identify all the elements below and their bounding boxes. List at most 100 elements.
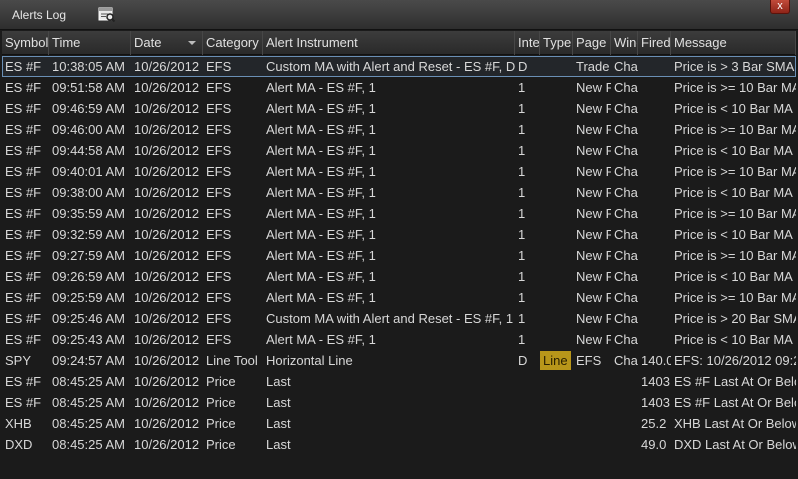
cell-message: Price is < 10 Bar MA	[674, 332, 793, 347]
cell-time: 08:45:25 AM	[52, 374, 125, 389]
cell-date: 10/26/2012	[134, 164, 200, 179]
cell-time: 09:25:59 AM	[52, 290, 125, 305]
table-row[interactable]: ES #F 09:44:58 AM 10/26/2012 EFS Alert MA - …	[2, 140, 796, 161]
cell-fired	[638, 56, 671, 77]
column-header-label: Alert Instrument	[266, 35, 358, 50]
cell-page: New Page	[576, 185, 611, 200]
column-header-window[interactable]: Window	[611, 31, 638, 55]
table-row[interactable]: SPY 09:24:57 AM 10/26/2012 Line Tool Horizon…	[2, 350, 796, 371]
table-row[interactable]: ES #F 09:26:59 AM 10/26/2012 EFS Alert MA - …	[2, 266, 796, 287]
cell-time: 09:46:00 AM	[52, 122, 125, 137]
cell-interval: 1	[518, 185, 526, 200]
cell-message: ES #F Last At Or Below	[674, 395, 796, 410]
cell-message: Price is < 10 Bar MA	[674, 185, 793, 200]
cell-symbol: ES #F	[5, 374, 42, 389]
cell-window: Chart	[614, 227, 638, 242]
table-row[interactable]: XHB 08:45:25 AM 10/26/2012 Price Last 25.2 XHB…	[2, 413, 796, 434]
cell-symbol: ES #F	[5, 164, 42, 179]
cell-interval: 1	[518, 290, 526, 305]
cell-instrument: Alert MA - ES #F, 1	[266, 80, 376, 95]
table-row[interactable]: ES #F 08:45:25 AM 10/26/2012 Price Last 1403 E…	[2, 371, 796, 392]
column-header-interval[interactable]: Interval	[515, 31, 540, 55]
cell-fired	[638, 329, 671, 350]
cell-symbol: ES #F	[5, 395, 42, 410]
cell-category: Line Tool	[206, 353, 258, 368]
table-row[interactable]: ES #F 09:38:00 AM 10/26/2012 EFS Alert MA - …	[2, 182, 796, 203]
cell-message: DXD Last At Or Below	[674, 437, 796, 452]
cell-category: EFS	[206, 185, 232, 200]
cell-symbol: ES #F	[5, 206, 42, 221]
cell-message: Price is >= 10 Bar MA	[674, 248, 796, 263]
cell-page: Trade	[576, 59, 610, 74]
find-icon[interactable]	[98, 7, 116, 23]
cell-date: 10/26/2012	[134, 206, 200, 221]
cell-instrument: Alert MA - ES #F, 1	[266, 248, 376, 263]
cell-fired: 49.0	[641, 437, 667, 452]
cell-type	[540, 392, 573, 413]
cell-instrument: Alert MA - ES #F, 1	[266, 290, 376, 305]
cell-type	[540, 287, 573, 308]
cell-window: Chart	[614, 269, 638, 284]
cell-symbol: DXD	[5, 437, 33, 452]
column-header-time[interactable]: Time	[49, 31, 131, 55]
cell-page: New Page	[576, 80, 611, 95]
column-header-symbol[interactable]: Symbol	[2, 31, 49, 55]
table-row[interactable]: DXD 08:45:25 AM 10/26/2012 Price Last 49.0 DXD…	[2, 434, 796, 455]
cell-time: 10:38:05 AM	[52, 59, 125, 74]
cell-instrument: Alert MA - ES #F, 1	[266, 185, 376, 200]
table-row[interactable]: ES #F 08:45:25 AM 10/26/2012 Price Last 1403 E…	[2, 392, 796, 413]
table-row[interactable]: ES #F 09:46:00 AM 10/26/2012 EFS Alert MA - …	[2, 119, 796, 140]
cell-date: 10/26/2012	[134, 395, 200, 410]
cell-window	[611, 392, 638, 413]
cell-page	[573, 434, 611, 455]
cell-time: 09:26:59 AM	[52, 269, 125, 284]
table-row[interactable]: ES #F 09:51:58 AM 10/26/2012 EFS Alert MA - …	[2, 77, 796, 98]
cell-page: New Page	[576, 122, 611, 137]
cell-time: 09:25:43 AM	[52, 332, 125, 347]
cell-date: 10/26/2012	[134, 101, 200, 116]
cell-time: 09:27:59 AM	[52, 248, 125, 263]
cell-fired	[638, 224, 671, 245]
cell-time: 09:44:58 AM	[52, 143, 125, 158]
cell-date: 10/26/2012	[134, 248, 200, 263]
cell-instrument: Alert MA - ES #F, 1	[266, 269, 376, 284]
cell-window: Chart	[614, 59, 638, 74]
cell-date: 10/26/2012	[134, 437, 200, 452]
cell-time: 08:45:25 AM	[52, 437, 125, 452]
table-row[interactable]: ES #F 09:27:59 AM 10/26/2012 EFS Alert MA - …	[2, 245, 796, 266]
cell-category: EFS	[206, 80, 232, 95]
cell-instrument: Custom MA with Alert and Reset - ES #F, …	[266, 311, 514, 326]
table-row[interactable]: ES #F 09:46:59 AM 10/26/2012 EFS Alert MA - …	[2, 98, 796, 119]
close-button[interactable]: x	[770, 0, 790, 14]
cell-date: 10/26/2012	[134, 185, 200, 200]
cell-window: Chart	[614, 290, 638, 305]
cell-type	[540, 413, 573, 434]
column-header-type[interactable]: Type	[540, 31, 573, 55]
cell-fired	[638, 119, 671, 140]
table-row[interactable]: ES #F 09:32:59 AM 10/26/2012 EFS Alert MA - …	[2, 224, 796, 245]
column-header-message[interactable]: Message	[671, 31, 796, 55]
column-header-instrument[interactable]: Alert Instrument	[263, 31, 515, 55]
column-header-date[interactable]: Date	[131, 31, 203, 55]
cell-category: Price	[206, 374, 236, 389]
table-row[interactable]: ES #F 09:25:46 AM 10/26/2012 EFS Custom MA w…	[2, 308, 796, 329]
cell-window: Chart	[614, 248, 638, 263]
column-header-category[interactable]: Category	[203, 31, 263, 55]
cell-interval: 1	[518, 311, 526, 326]
alerts-grid: Symbol Time Date Category Alert Instrument In…	[2, 31, 796, 477]
cell-symbol: ES #F	[5, 59, 42, 74]
column-header-label: Page	[576, 35, 607, 50]
column-header-page[interactable]: Page	[573, 31, 611, 55]
cell-category: Price	[206, 416, 236, 431]
cell-message: Price is >= 10 Bar MA	[674, 290, 796, 305]
table-row[interactable]: ES #F 10:38:05 AM 10/26/2012 EFS Custom MA w…	[2, 56, 796, 77]
column-header-fired[interactable]: Fired	[638, 31, 671, 55]
table-row[interactable]: ES #F 09:25:43 AM 10/26/2012 EFS Alert MA - …	[2, 329, 796, 350]
table-row[interactable]: ES #F 09:40:01 AM 10/26/2012 EFS Alert MA - …	[2, 161, 796, 182]
table-row[interactable]: ES #F 09:35:59 AM 10/26/2012 EFS Alert MA - …	[2, 203, 796, 224]
cell-fired: 140.0	[641, 353, 671, 368]
cell-type	[540, 371, 573, 392]
cell-category: EFS	[206, 206, 232, 221]
cell-interval: 1	[518, 206, 526, 221]
table-row[interactable]: ES #F 09:25:59 AM 10/26/2012 EFS Alert MA - …	[2, 287, 796, 308]
